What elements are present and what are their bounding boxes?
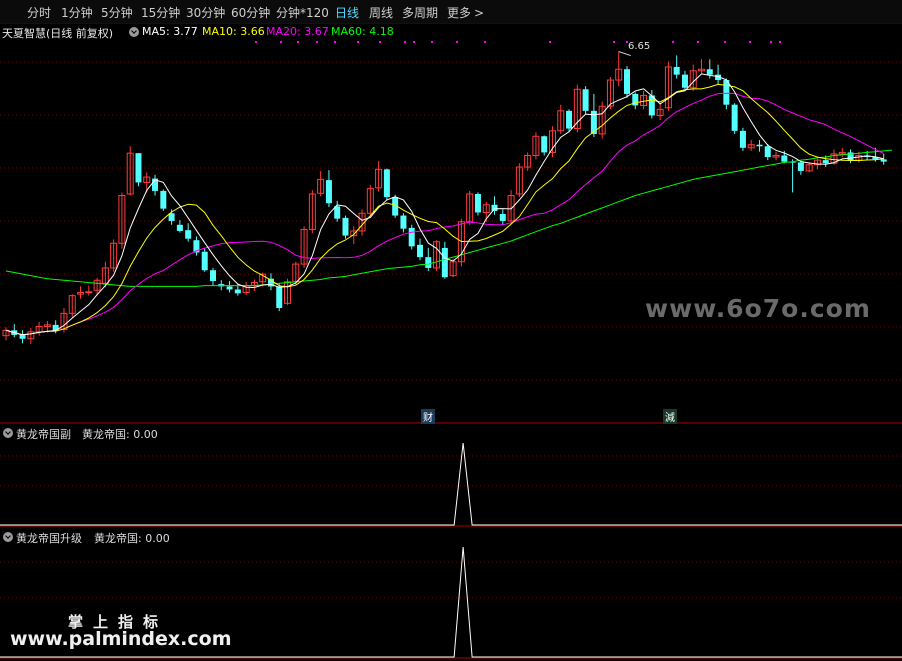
candle-body — [880, 159, 887, 162]
candle-body — [441, 247, 448, 278]
candle-body — [417, 244, 423, 258]
candle-body — [822, 160, 829, 164]
candle-body — [491, 204, 498, 211]
candle-body — [764, 146, 771, 158]
signal-dot — [255, 41, 257, 43]
candle-body — [797, 162, 804, 171]
candle-body — [160, 190, 167, 209]
event-marker-jian[interactable]: 減 — [663, 409, 677, 424]
candle-body — [85, 291, 93, 294]
signal-dot — [316, 41, 318, 43]
indicator2-title: 黄龙帝国升级 — [16, 532, 82, 545]
signal-dot — [613, 41, 615, 43]
high-price-pointer — [618, 51, 631, 57]
candle-body — [185, 230, 192, 239]
signal-dot — [280, 41, 282, 43]
signal-dot — [484, 41, 486, 43]
indicator1-line — [0, 442, 902, 526]
candle-body — [499, 214, 506, 221]
signal-dot — [697, 41, 699, 43]
event-marker-cai[interactable]: 财 — [421, 409, 435, 424]
signal-dot — [779, 41, 781, 43]
candle-body — [176, 224, 183, 231]
signal-dot — [357, 41, 359, 43]
candle-body — [135, 153, 142, 183]
signal-dot — [379, 41, 381, 43]
signal-dot — [724, 41, 726, 43]
indicator1-title: 黄龙帝国副 — [16, 428, 71, 441]
candle-body — [210, 270, 216, 282]
candle-body — [425, 257, 432, 268]
candle-body — [706, 69, 713, 75]
candle-body — [408, 227, 415, 247]
candle-body — [276, 286, 283, 308]
candle-body — [474, 194, 481, 213]
candle-body — [582, 89, 589, 111]
candle-body — [756, 144, 763, 147]
indicator1-series-label: 黄龙帝国: 0.00 — [82, 428, 158, 441]
high-price-label: 6.65 — [628, 41, 651, 52]
candle-body — [342, 217, 349, 236]
watermark-url: www.palmindex.com — [10, 628, 232, 650]
candle-body — [673, 66, 680, 75]
signal-dot — [749, 41, 751, 43]
candlestick-chart[interactable] — [0, 0, 902, 661]
chevron-down-circle-icon[interactable] — [3, 428, 13, 438]
candle-body — [681, 74, 688, 88]
chevron-down-circle-icon[interactable] — [3, 532, 13, 542]
candle-body — [325, 180, 332, 204]
signal-dot — [456, 41, 458, 43]
candle-body — [334, 206, 341, 219]
signal-dot — [404, 41, 406, 43]
candle-body — [383, 169, 390, 198]
candle-body — [739, 130, 746, 148]
signal-dot — [431, 41, 433, 43]
indicator2-series-label: 黄龙帝国: 0.00 — [94, 532, 170, 545]
candle-body — [400, 215, 407, 229]
signal-dot — [672, 41, 674, 43]
candle-body — [234, 289, 241, 294]
signal-dot — [549, 41, 551, 43]
signal-dot — [770, 41, 772, 43]
candle-body — [566, 110, 573, 129]
candle-body — [781, 155, 788, 162]
candle-body — [731, 104, 738, 131]
candle-body — [226, 286, 233, 290]
candle-body — [624, 69, 630, 94]
signal-dot — [413, 41, 415, 43]
signal-dot — [334, 41, 336, 43]
candle-body — [541, 136, 548, 153]
candle-body — [201, 251, 208, 271]
watermark-site: www.6o7o.com — [645, 294, 871, 323]
signal-dot — [297, 41, 299, 43]
